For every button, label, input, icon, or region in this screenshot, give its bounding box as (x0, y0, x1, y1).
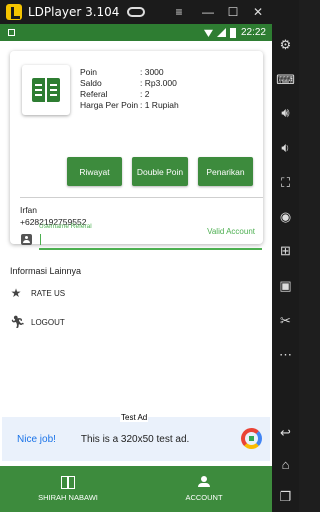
book-icon (32, 78, 60, 102)
gamepad-icon[interactable] (127, 7, 146, 17)
account-info: Poin: 3000 Saldo: Rp3.000 Referal: 2 Har… (80, 67, 179, 111)
android-statusbar: 22:22 (0, 24, 272, 41)
ldplayer-logo-icon (6, 4, 22, 20)
clock: 22:22 (240, 27, 266, 38)
gear-icon[interactable]: ⚙ (277, 36, 294, 53)
ad-banner[interactable]: Nice job! This is a 320x50 test ad. (2, 417, 270, 461)
contact-card-icon (21, 234, 32, 245)
person-icon (197, 476, 211, 487)
more-icon[interactable]: ⋯ (277, 346, 294, 363)
emulator-toolbar: ⚙ ⌨ 🔊︎ 🔉︎ ⛶ ◉ ⊞ ▣ ✂ ⋯ ↩ ⌂ ❐ (272, 24, 299, 512)
fullscreen-icon[interactable]: ⛶ (277, 174, 294, 191)
ad-body: This is a 320x50 test ad. (80, 433, 190, 445)
nav-account[interactable]: ACCOUNT (136, 466, 272, 512)
running-person-icon: 🏃︎ (10, 315, 26, 329)
app-screen: Poin: 3000 Saldo: Rp3.000 Referal: 2 Har… (0, 41, 272, 512)
info-row: Poin: 3000 (80, 67, 164, 77)
record-icon[interactable]: ◉ (277, 208, 294, 225)
text-cursor (40, 234, 41, 245)
app-logo (22, 65, 70, 115)
nav-shirah-nabawi[interactable]: SHIRAH NABAWI (0, 466, 136, 512)
battery-icon (229, 27, 236, 38)
home-icon[interactable]: ⌂ (277, 456, 294, 473)
wifi-icon (203, 29, 213, 37)
bottom-navigation: SHIRAH NABAWI ACCOUNT (0, 466, 272, 512)
ad-headline: Nice job! (17, 433, 56, 445)
divider (20, 197, 263, 198)
minimize-button[interactable]: — (197, 0, 219, 24)
keyboard-icon[interactable]: ⌨ (276, 71, 295, 88)
referral-input[interactable] (39, 230, 262, 250)
section-title: Informasi Lainnya (10, 266, 82, 276)
double-poin-button[interactable]: Double Poin (132, 157, 188, 186)
menu-button[interactable]: ≡ (168, 0, 190, 24)
google-ads-icon (241, 428, 262, 449)
riwayat-button[interactable]: Riwayat (67, 157, 122, 186)
add-app-icon[interactable]: ⊞ (277, 242, 294, 259)
ad-label: Test Ad (120, 413, 149, 422)
scissors-icon[interactable]: ✂ (277, 312, 294, 329)
emulator-titlebar: LDPlayer 3.104 ≡ — ☐ ✕ (0, 0, 299, 24)
user-name: Irfan (20, 205, 38, 215)
recent-apps-icon[interactable]: ❐ (277, 488, 294, 505)
penarikan-button[interactable]: Penarikan (198, 157, 253, 186)
referral-label: Username Referal (39, 223, 92, 230)
star-icon: ★ (10, 286, 22, 300)
maximize-button[interactable]: ☐ (222, 0, 244, 24)
book-icon (61, 476, 75, 489)
volume-down-icon[interactable]: 🔉︎ (277, 139, 294, 156)
logout-item[interactable]: 🏃︎ LOGOUT (10, 312, 260, 332)
notification-icon (8, 29, 15, 36)
apk-icon[interactable]: ▣ (277, 277, 294, 294)
info-row: Saldo: Rp3.000 (80, 78, 177, 88)
info-row: Harga Per Poin: 1 Rupiah (80, 100, 179, 110)
info-row: Referal: 2 (80, 89, 150, 99)
back-icon[interactable]: ↩ (277, 424, 294, 441)
volume-up-icon[interactable]: 🔊︎ (277, 104, 294, 121)
window-title: LDPlayer 3.104 (28, 5, 120, 19)
close-button[interactable]: ✕ (247, 0, 269, 24)
account-card: Poin: 3000 Saldo: Rp3.000 Referal: 2 Har… (10, 51, 263, 244)
rate-us-item[interactable]: ★ RATE US (10, 283, 260, 303)
signal-icon (216, 28, 226, 37)
